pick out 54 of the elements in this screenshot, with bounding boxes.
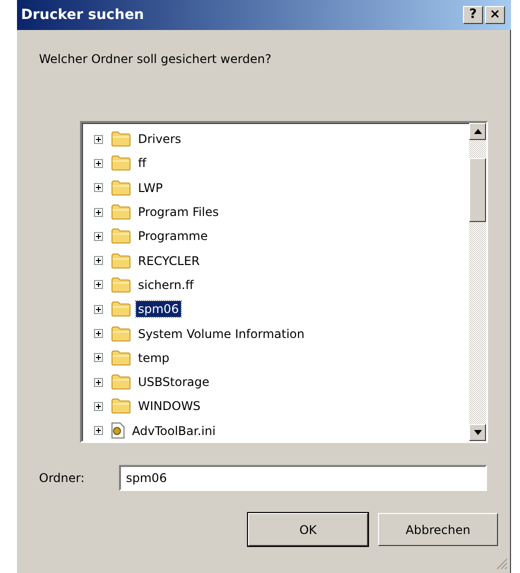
scroll-down-button[interactable] [469, 424, 486, 441]
folder-icon [111, 326, 131, 342]
close-button[interactable]: × [485, 6, 505, 24]
expand-icon[interactable] [94, 208, 103, 217]
tree-item[interactable]: USBStorage [136, 374, 212, 390]
tree-item[interactable]: Program Files [136, 204, 221, 220]
folder-icon [111, 131, 131, 148]
folder-icon [111, 252, 131, 269]
expand-icon[interactable] [94, 426, 103, 436]
folder-icon [111, 301, 131, 318]
tree-item[interactable]: LWP [136, 180, 165, 196]
folder-icon [111, 276, 131, 293]
ok-button[interactable]: OK [248, 513, 368, 546]
expand-icon[interactable] [94, 134, 103, 144]
folder-icon [111, 204, 131, 220]
expand-icon[interactable] [94, 402, 103, 411]
expand-icon[interactable] [94, 304, 103, 314]
expand-icon[interactable] [94, 232, 103, 241]
expand-icon[interactable] [94, 256, 103, 266]
expand-icon[interactable] [94, 353, 103, 362]
scroll-up-button[interactable] [469, 123, 486, 140]
expand-icon[interactable] [94, 158, 103, 168]
expand-icon[interactable] [94, 329, 103, 338]
folder-input[interactable]: spm06 [119, 465, 487, 491]
up-arrow-icon [474, 129, 482, 134]
cancel-button[interactable]: Abbrechen [378, 513, 498, 546]
folder-label: Ordner: [39, 471, 86, 485]
folder-icon [111, 180, 131, 196]
tree-item[interactable]: WINDOWS [136, 398, 203, 414]
tree-item[interactable]: ff [136, 155, 148, 172]
expand-icon[interactable] [94, 378, 103, 387]
down-arrow-icon [474, 430, 482, 435]
folder-icon [111, 228, 131, 244]
tree-item[interactable]: spm06 [136, 301, 181, 318]
tree-item[interactable]: System Volume Information [136, 326, 306, 342]
prompt-text: Welcher Ordner soll gesichert werden? [39, 52, 272, 66]
folder-icon [111, 398, 131, 414]
tree-item[interactable]: temp [136, 350, 172, 366]
folder-icon [111, 374, 131, 390]
tree-item[interactable]: AdvToolBar.ini [130, 422, 218, 439]
vertical-scrollbar[interactable] [469, 123, 486, 441]
tree-item[interactable]: Programme [136, 228, 210, 244]
folder-icon [111, 155, 131, 172]
resize-grip-icon[interactable] [496, 558, 508, 570]
scroll-thumb[interactable] [469, 158, 486, 222]
expand-icon[interactable] [94, 183, 103, 192]
tree-item[interactable]: RECYCLER [136, 252, 202, 269]
expand-icon[interactable] [94, 280, 103, 290]
tree-item[interactable]: sichern.ff [136, 276, 196, 293]
help-button[interactable]: ? [463, 6, 483, 24]
folder-icon [111, 350, 131, 366]
window-title: Drucker suchen [21, 7, 144, 23]
tree-item[interactable]: Drivers [136, 131, 184, 148]
settings-file-icon [111, 422, 125, 440]
